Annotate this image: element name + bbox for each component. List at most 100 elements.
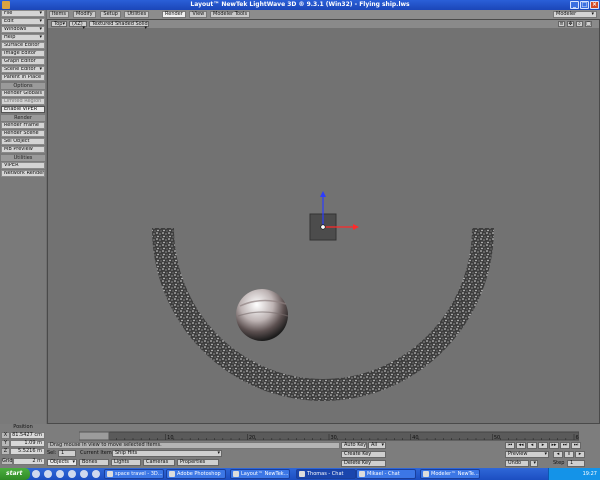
view-type-select[interactable]: Top (51, 21, 67, 27)
preview-select[interactable]: Preview (505, 451, 549, 458)
undo-history-select[interactable] (530, 460, 538, 467)
taskbar-item[interactable]: Mikael - Chat (356, 469, 416, 479)
sel-label: Sel: (47, 450, 57, 456)
taskbar-item[interactable]: Adobe Photoshop (166, 469, 226, 479)
tab-render[interactable]: Render (162, 11, 186, 18)
quick-launch-icon[interactable] (56, 470, 64, 478)
tab-modify[interactable]: Modify (73, 11, 96, 18)
end-icon[interactable]: ⏭ (571, 442, 581, 449)
items-windows-button[interactable]: Windows (1, 26, 45, 33)
timeline-slider[interactable]: 0102030405060 (79, 429, 579, 443)
cameras-button[interactable]: Cameras (143, 459, 175, 466)
prev-key-icon[interactable]: ◂◂ (516, 442, 526, 449)
close-button[interactable]: × (590, 1, 599, 9)
sphere-object (236, 289, 288, 341)
items-help-button[interactable]: Help (1, 34, 45, 41)
play-reverse-icon[interactable]: ◂ (553, 451, 563, 458)
bones-button[interactable]: Bones (79, 459, 109, 466)
items-scene-editor-button[interactable]: Scene Editor (1, 66, 45, 73)
next-key-icon[interactable]: ▸▸ (549, 442, 559, 449)
position-label: Position (13, 424, 33, 430)
prev-frame-icon[interactable]: ◂ (527, 442, 537, 449)
tab-modeler-tools[interactable]: Modeler Tools (210, 11, 251, 18)
shading-mode-select[interactable]: Textured Shaded Solid (89, 21, 149, 27)
taskbar-item[interactable]: Thomas - Chat (296, 469, 356, 479)
current-item-select[interactable]: Ship Hits (112, 450, 222, 457)
taskbar-item[interactable]: Layout™ NewTek... (230, 469, 290, 479)
maximize-view-icon[interactable]: ▢ (585, 21, 592, 27)
items-file-button[interactable]: File (1, 10, 45, 17)
tab-utilities[interactable]: Utilities (124, 11, 150, 18)
timeline-tick-label: 60 (576, 435, 580, 441)
auto-key-toggle[interactable]: Auto Key (341, 442, 367, 449)
left-toolbar: FileEditWindowsHelpSurface EditorImage E… (0, 10, 46, 424)
top-viewport[interactable]: Top (XZ) Textured Shaded Solid ≡ ✥ ⌕ ▢ (47, 19, 600, 424)
timeline-tick-label: 10 (167, 435, 173, 441)
modeler-switch-select[interactable]: Modeler (553, 11, 597, 18)
maximize-button[interactable]: □ (580, 1, 589, 9)
options_items-enable-viper-button[interactable]: Enable VIPER (1, 106, 45, 113)
taskbar-item[interactable]: Modeler™ NewTe... (420, 469, 480, 479)
lights-button[interactable]: Lights (111, 459, 141, 466)
objects-button[interactable]: Objects (47, 459, 77, 466)
quick-launch-icon[interactable] (32, 470, 40, 478)
step-field[interactable]: 1 (567, 460, 585, 467)
quick-launch-icon[interactable] (92, 470, 100, 478)
taskbar-app-icon (423, 471, 429, 477)
undo-button[interactable]: Undo (505, 460, 529, 467)
quick-launch-icon[interactable] (44, 470, 52, 478)
zoom-view-icon[interactable]: ⌕ (576, 21, 583, 27)
view-axis-select[interactable]: (XZ) (69, 21, 87, 27)
delete-key-button[interactable]: Delete Key (341, 460, 386, 467)
render_items-render-frame-button[interactable]: Render Frame (1, 122, 45, 129)
timeline-tick-label: 50 (494, 435, 500, 441)
items-graph-editor-button[interactable]: Graph Editor (1, 58, 45, 65)
position-y-field[interactable]: 1.09 m (10, 440, 45, 447)
position-z-field[interactable]: 5.5216 m (10, 448, 45, 455)
bottom-control-panel: Position X 81.5427 cm Y 1.09 m Z 5.5216 … (0, 424, 600, 468)
items-surface-editor-button[interactable]: Surface Editor (1, 42, 45, 49)
create-key-button[interactable]: Create Key (341, 451, 386, 458)
first-frame-icon[interactable]: ⏮ (505, 442, 515, 449)
render_items-render-scene-button[interactable]: Render Scene (1, 130, 45, 137)
render_items-sel-object-button[interactable]: Sel Object (1, 138, 45, 145)
viewport-header: Top (XZ) Textured Shaded Solid ≡ ✥ ⌕ ▢ (48, 20, 599, 28)
play-icon[interactable]: ▸ (575, 451, 585, 458)
properties-button[interactable]: Properties (177, 459, 219, 466)
axis-y-label: Y (1, 440, 10, 447)
auto-key-mode-select[interactable]: All (368, 442, 386, 449)
title-bar: Layout™ NewTek LightWave 3D ® 9.3.1 (Win… (0, 0, 600, 10)
pause-icon[interactable]: ॥ (564, 451, 574, 458)
position-y-row: Y 1.09 m (0, 440, 46, 447)
options_items-render-globals-button[interactable]: Render Globals (1, 90, 45, 97)
taskbar-item-label: Modeler™ NewTe... (431, 471, 479, 477)
utilities_items-network-render-button[interactable]: Network Render (1, 170, 45, 177)
quick-launch-icon[interactable] (80, 470, 88, 478)
tab-items[interactable]: Items (49, 11, 69, 18)
items-image-editor-button[interactable]: Image Editor (1, 50, 45, 57)
position-x-field[interactable]: 81.5427 cm (10, 432, 45, 439)
grid-size-field[interactable]: 2 m (13, 458, 45, 465)
playback-controls: ⏮ ◂◂ ◂ ▸ ▸▸ ⏭ ⏭ Preview ◂ ॥ ▸ Undo Step … (505, 442, 600, 468)
quick-launch-icon[interactable] (68, 470, 76, 478)
move-view-icon[interactable]: ✥ (567, 21, 574, 27)
key-controls: Auto Key All Create Key Delete Key (341, 442, 387, 468)
status-message: Drag mouse in view to move selected item… (47, 442, 340, 449)
window-title: Layout™ NewTek LightWave 3D ® 9.3.1 (Win… (190, 1, 410, 8)
render_items-mb-preview-button[interactable]: MB Preview (1, 146, 45, 153)
items-parent-in-place-button[interactable]: Parent in Place (1, 74, 45, 81)
last-frame-icon[interactable]: ⏭ (560, 442, 570, 449)
taskbar-item-label: Adobe Photoshop (177, 471, 221, 477)
minimize-button[interactable]: _ (570, 1, 579, 9)
lightwave-app-icon (2, 1, 10, 9)
items-edit-button[interactable]: Edit (1, 18, 45, 25)
tab-view[interactable]: View (189, 11, 208, 18)
viewport-settings-icon[interactable]: ≡ (558, 21, 565, 27)
clock: 19:27 (582, 471, 597, 477)
tab-setup[interactable]: Setup (100, 11, 121, 18)
start-button[interactable]: start (0, 468, 30, 480)
utilities_items-viper-button[interactable]: VIPER (1, 162, 45, 169)
options_items-limited-region-button[interactable]: Limited Region (1, 98, 45, 105)
taskbar-item[interactable]: space travel - 3D... (104, 469, 164, 479)
next-frame-icon[interactable]: ▸ (538, 442, 548, 449)
